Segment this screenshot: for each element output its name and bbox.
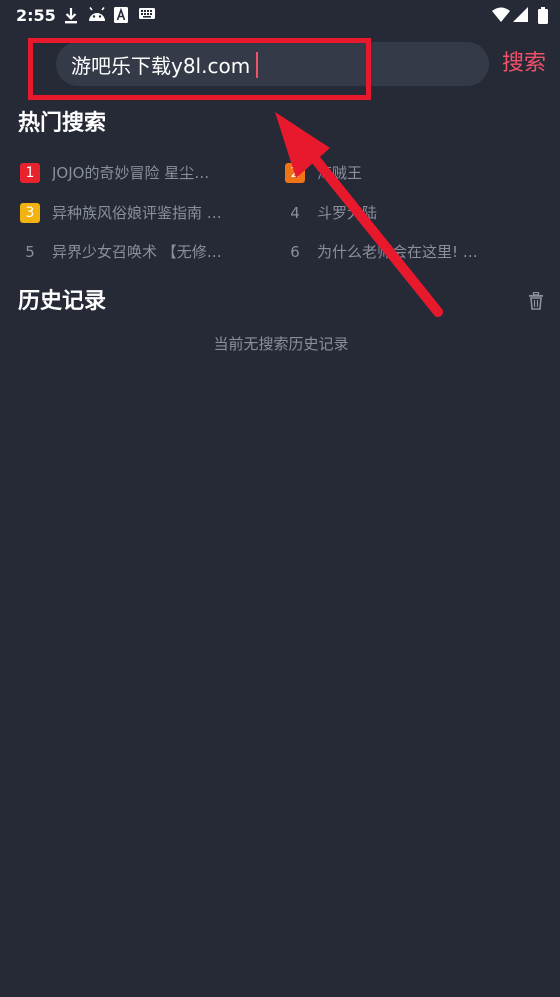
search-button[interactable]: 搜索 [502, 50, 546, 78]
rank-number: 4 [290, 204, 300, 222]
history-title: 历史记录 [18, 289, 107, 314]
hot-search-item-5[interactable]: 5 异界少女召唤术 【无修… [20, 240, 262, 264]
hot-search-title: 热门搜索 [18, 111, 107, 136]
rank-badge: 3 [20, 203, 40, 223]
trash-icon[interactable] [528, 292, 544, 310]
download-icon [65, 8, 77, 24]
hot-search-text: 斗罗大陆 [317, 204, 378, 222]
status-time: 2:55 [16, 6, 56, 25]
android-icon [89, 7, 105, 21]
rank-badge: 2 [285, 163, 305, 183]
search-screen: 2:55 游吧乐下载y8l.com 搜索 热门搜索 1 JOJO的奇妙冒险 星尘… [0, 0, 560, 997]
rank-number: 6 [290, 243, 300, 261]
rank-number: 5 [25, 243, 35, 261]
hot-search-item-1[interactable]: 1 JOJO的奇妙冒险 星尘… [20, 161, 262, 185]
hot-search-text: 为什么老师会在这里! … [317, 243, 478, 261]
battery-icon [538, 7, 548, 24]
wifi-icon [492, 7, 510, 22]
hot-search-item-3[interactable]: 3 异种族风俗娘评鉴指南 … [20, 201, 262, 225]
rank-badge: 1 [20, 163, 40, 183]
hot-search-item-6[interactable]: 6 为什么老师会在这里! … [285, 240, 527, 264]
hot-search-text: 异种族风俗娘评鉴指南 … [52, 204, 222, 222]
keyboard-icon [139, 8, 155, 19]
a-badge-icon [114, 7, 128, 23]
history-empty-message: 当前无搜索历史记录 [213, 335, 349, 353]
hot-search-text: 异界少女召唤术 【无修… [52, 243, 222, 261]
hot-search-item-2[interactable]: 2 海贼王 [285, 161, 527, 185]
signal-icon [513, 7, 528, 22]
hot-search-text: JOJO的奇妙冒险 星尘… [52, 164, 210, 182]
hot-search-text: 海贼王 [317, 164, 363, 182]
hot-search-item-4[interactable]: 4 斗罗大陆 [285, 201, 527, 225]
status-bar: 2:55 [0, 0, 560, 32]
arrow-annotation-icon [275, 112, 443, 317]
highlight-box-annotation [28, 38, 371, 100]
